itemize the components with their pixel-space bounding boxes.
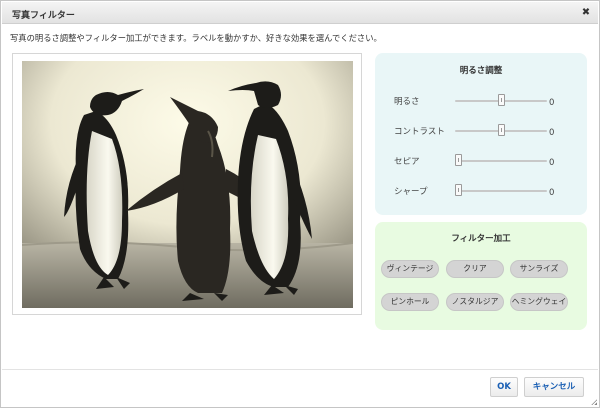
- dialog-title: 写真フィルター: [12, 11, 75, 21]
- dialog-titlebar[interactable]: 写真フィルター ✖: [2, 2, 598, 24]
- filter-nostalgia-button[interactable]: ノスタルジア: [446, 293, 504, 311]
- photo-filter-dialog: 写真フィルター ✖ 写真の明るさ調整やフィルター加工ができます。ラベルを動かすか…: [0, 0, 600, 408]
- footer-divider: [2, 369, 598, 370]
- brightness-value: 0: [549, 98, 555, 108]
- instruction-text: 写真の明るさ調整やフィルター加工ができます。ラベルを動かすか、好きな効果を選んで…: [10, 33, 382, 43]
- brightness-label: 明るさ: [394, 97, 420, 107]
- brightness-slider-handle[interactable]: [497, 94, 505, 106]
- sepia-slider-track[interactable]: [455, 160, 547, 162]
- filter-clarity-button[interactable]: クリア: [446, 260, 504, 278]
- photo-frame: [12, 53, 362, 315]
- brightness-panel: 明るさ調整 明るさ 0 コントラスト 0 セピア 0 シャープ 0: [375, 53, 587, 215]
- ok-button[interactable]: OK: [490, 377, 518, 397]
- sepia-label: セピア: [394, 157, 420, 167]
- brightness-panel-title: 明るさ調整: [459, 66, 503, 76]
- sharpen-slider-track[interactable]: [455, 190, 547, 192]
- filter-sunrise-button[interactable]: サンライズ: [510, 260, 568, 278]
- filter-pinhole-button[interactable]: ピンホール: [381, 293, 439, 311]
- resize-grip-icon[interactable]: [591, 399, 597, 405]
- contrast-label: コントラスト: [394, 127, 445, 137]
- sharpen-label: シャープ: [394, 187, 428, 197]
- sharpen-value: 0: [549, 188, 555, 198]
- filter-panel: フィルター加工 ヴィンテージ クリア サンライズ ピンホール ノスタルジア ヘミ…: [375, 222, 587, 330]
- contrast-value: 0: [549, 128, 555, 138]
- filter-panel-title: フィルター加工: [451, 234, 511, 244]
- sepia-slider-handle[interactable]: [455, 154, 462, 166]
- sepia-value: 0: [549, 158, 555, 168]
- sharpen-slider-handle[interactable]: [455, 184, 462, 196]
- penguin-photo: [22, 61, 353, 308]
- contrast-slider-handle[interactable]: [497, 124, 505, 136]
- filter-hemingway-button[interactable]: ヘミングウェイ: [510, 293, 568, 311]
- cancel-button[interactable]: キャンセル: [524, 377, 584, 397]
- close-icon[interactable]: ✖: [580, 7, 592, 19]
- filter-vintage-button[interactable]: ヴィンテージ: [381, 260, 439, 278]
